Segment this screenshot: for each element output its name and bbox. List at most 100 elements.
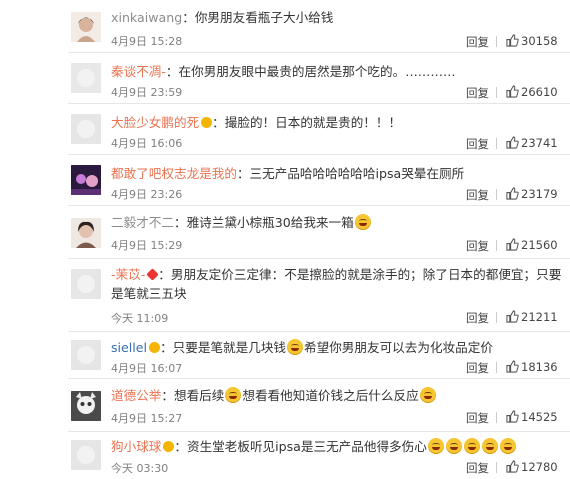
avatar[interactable] xyxy=(71,165,101,195)
comment-item: 狗小球球 ：资生堂老板听见ipsa是三无产品他得多伤心 今天 03:30 回复 1… xyxy=(0,432,570,479)
like-count: 12780 xyxy=(521,460,558,474)
like-button[interactable]: 21211 xyxy=(506,310,558,326)
action-divider xyxy=(496,312,497,323)
comment-text: 资生堂老板听见ipsa是三无产品他得多伤心 xyxy=(186,439,427,454)
comment-text: 男朋友定价三定律：不是擦脸的就是涂手的；除了日本的都便宜；只要是笔就三五块 xyxy=(111,267,562,301)
thumbs-up-icon xyxy=(506,85,519,101)
username-link[interactable]: 秦谈不凋- xyxy=(111,64,166,79)
like-count: 23741 xyxy=(521,136,558,150)
comment-text: 三无产品哈哈哈哈哈哈ipsa哭晕在厕所 xyxy=(249,166,465,181)
thumbs-up-icon xyxy=(506,310,519,326)
comment-text-line: 狗小球球 ：资生堂老板听见ipsa是三无产品他得多伤心 xyxy=(111,438,562,455)
timestamp: 4月9日 15:28 xyxy=(111,35,183,48)
avatar[interactable] xyxy=(71,63,101,93)
action-divider xyxy=(496,87,497,98)
reply-button[interactable]: 回复 xyxy=(466,238,489,254)
username-link[interactable]: 都敢了吧权志龙是我的 xyxy=(111,166,237,181)
like-button[interactable]: 30158 xyxy=(506,34,558,50)
comment-text-line: xinkaiwang：你男朋友看瓶子大小给钱 xyxy=(111,10,334,25)
like-button[interactable]: 14525 xyxy=(506,410,558,426)
reply-button[interactable]: 回复 xyxy=(466,136,489,152)
comment-text: 想看后续 xyxy=(173,388,225,403)
comment-text-line: 道德公举：想看后续 想看看他知道价钱之后什么反应 xyxy=(111,387,562,404)
laughing-emoji-icon xyxy=(445,438,462,454)
avatar[interactable] xyxy=(71,269,101,299)
timestamp: 4月9日 16:06 xyxy=(111,137,183,150)
reply-button[interactable]: 回复 xyxy=(466,34,489,50)
comment-item: -茉苡- ：男朋友定价三定律：不是擦脸的就是涂手的；除了日本的都便宜；只要是笔就三… xyxy=(0,259,570,331)
username-link[interactable]: 大脸少女鹏的死 xyxy=(111,115,199,130)
action-divider xyxy=(496,240,497,251)
laughing-emoji-icon xyxy=(225,387,242,403)
like-count: 14525 xyxy=(521,410,558,424)
comment-item: 大脸少女鹏的死 ：撮脸的！日本的就是贵的！！！ 4月9日 16:06 回复 237… xyxy=(0,104,570,152)
like-button[interactable]: 26610 xyxy=(506,85,558,101)
comment-text-continued: 希望你男朋友可以去为化妆品定价 xyxy=(304,340,493,355)
action-divider xyxy=(496,189,497,200)
timestamp: 今天 03:30 xyxy=(111,462,169,475)
comment-text-line: 二毅才不二：雅诗兰黛小棕瓶30给我来一箱 xyxy=(111,214,562,231)
action-divider xyxy=(496,36,497,47)
username-link[interactable]: xinkaiwang xyxy=(111,10,182,25)
like-button[interactable]: 18136 xyxy=(506,360,558,376)
member-badge-icon xyxy=(201,117,213,128)
like-count: 26610 xyxy=(521,85,558,99)
avatar[interactable] xyxy=(71,440,101,470)
username-link[interactable]: 二毅才不二 xyxy=(111,215,174,230)
timestamp: 4月9日 23:26 xyxy=(111,188,183,201)
comment-text-line: -茉苡- ：男朋友定价三定律：不是擦脸的就是涂手的；除了日本的都便宜；只要是笔就三… xyxy=(111,267,562,301)
action-divider xyxy=(496,412,497,423)
avatar[interactable] xyxy=(71,218,101,248)
laughing-emoji-icon xyxy=(287,339,303,355)
reply-button[interactable]: 回复 xyxy=(466,410,489,426)
action-divider xyxy=(496,138,497,149)
thumbs-up-icon xyxy=(506,187,519,203)
username-link[interactable]: 狗小球球 xyxy=(111,439,161,454)
username-link[interactable]: siellel xyxy=(111,340,147,355)
action-divider xyxy=(496,462,497,473)
like-count: 21211 xyxy=(521,310,558,324)
like-button[interactable]: 23741 xyxy=(506,136,558,152)
reply-button[interactable]: 回复 xyxy=(466,310,489,326)
comment-text: 在你男朋友眼中最贵的居然是那个吃的。………… xyxy=(178,64,456,79)
laughing-emoji-icon xyxy=(419,387,436,403)
timestamp: 4月9日 15:27 xyxy=(111,412,183,425)
member-badge-icon xyxy=(149,342,161,353)
comment-text-line: 大脸少女鹏的死 ：撮脸的！日本的就是贵的！！！ xyxy=(111,115,402,130)
laughing-emoji-icon xyxy=(481,438,498,454)
timestamp: 4月9日 16:07 xyxy=(111,362,183,375)
member-badge-icon xyxy=(163,441,175,452)
timestamp: 4月9日 15:29 xyxy=(111,239,183,252)
like-button[interactable]: 12780 xyxy=(506,460,558,476)
reply-button[interactable]: 回复 xyxy=(466,85,489,101)
comment-text: 只要是笔就是几块钱 xyxy=(172,340,286,355)
avatar[interactable] xyxy=(71,340,101,370)
like-count: 18136 xyxy=(521,360,558,374)
reply-button[interactable]: 回复 xyxy=(466,360,489,376)
comment-item: 秦谈不凋-：在你男朋友眼中最贵的居然是那个吃的。………… 4月9日 23:59 … xyxy=(0,53,570,101)
username-link[interactable]: -茉苡- xyxy=(111,267,145,282)
comment-item: siellel ：只要是笔就是几块钱 希望你男朋友可以去为化妆品定价 4月9日 16… xyxy=(0,332,570,378)
like-button[interactable]: 23179 xyxy=(506,187,558,203)
comment-text: 撮脸的！日本的就是贵的！！！ xyxy=(224,115,402,130)
comment-text: 你男朋友看瓶子大小给钱 xyxy=(194,10,334,25)
reply-button[interactable]: 回复 xyxy=(466,187,489,203)
avatar[interactable] xyxy=(71,114,101,144)
username-link[interactable]: 道德公举 xyxy=(111,388,161,403)
avatar[interactable] xyxy=(71,12,101,42)
like-count: 30158 xyxy=(521,34,558,48)
comment-text-continued: 想看看他知道价钱之后什么反应 xyxy=(242,388,419,403)
like-count: 23179 xyxy=(521,187,558,201)
timestamp: 今天 11:09 xyxy=(111,312,169,325)
laughing-emoji-icon xyxy=(463,438,480,454)
like-button[interactable]: 21560 xyxy=(506,238,558,254)
avatar[interactable] xyxy=(71,391,101,421)
comment-text: 雅诗兰黛小棕瓶30给我来一箱 xyxy=(186,215,354,230)
thumbs-up-icon xyxy=(506,410,519,426)
thumbs-up-icon xyxy=(506,460,519,476)
reply-button[interactable]: 回复 xyxy=(466,460,489,476)
comment-item: 二毅才不二：雅诗兰黛小棕瓶30给我来一箱 4月9日 15:29 回复 21560 xyxy=(0,206,570,258)
comment-text-line: siellel ：只要是笔就是几块钱 希望你男朋友可以去为化妆品定价 xyxy=(111,339,493,355)
comment-item: xinkaiwang：你男朋友看瓶子大小给钱 4月9日 15:28 回复 301… xyxy=(0,0,570,50)
comment-item: 都敢了吧权志龙是我的：三无产品哈哈哈哈哈哈ipsa哭晕在厕所 4月9日 23:2… xyxy=(0,155,570,203)
